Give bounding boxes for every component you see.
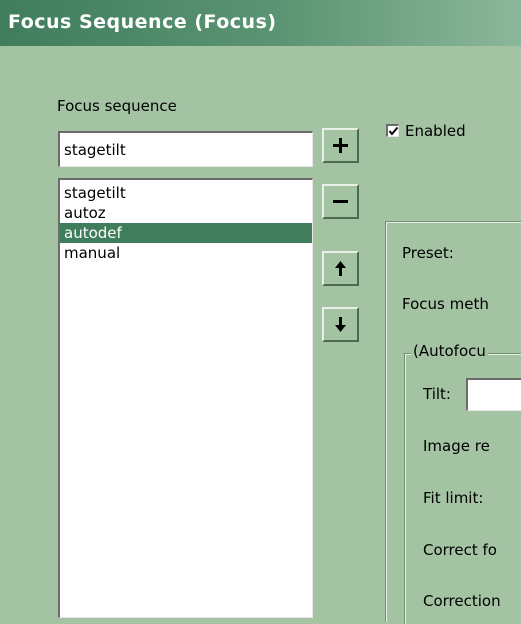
list-item-selected[interactable]: autodef bbox=[60, 223, 312, 243]
arrow-down-icon bbox=[335, 317, 346, 332]
correct-label: Correct fo bbox=[423, 541, 497, 559]
plus-icon bbox=[333, 138, 348, 153]
checkmark-icon bbox=[388, 126, 399, 136]
window-title: Focus Sequence (Focus) bbox=[8, 11, 277, 33]
correction-label: Correction bbox=[423, 592, 501, 610]
focus-method-label: Focus meth bbox=[402, 295, 489, 313]
minus-icon bbox=[333, 200, 348, 203]
image-reg-label: Image re bbox=[423, 437, 490, 455]
list-item[interactable]: autoz bbox=[60, 203, 312, 223]
autofocus-group-title: (Autofocu bbox=[411, 342, 488, 360]
tilt-input[interactable] bbox=[466, 378, 521, 411]
arrow-up-icon bbox=[335, 261, 346, 276]
remove-button[interactable] bbox=[322, 184, 359, 219]
sequence-list[interactable]: stagetilt autoz autodef manual bbox=[58, 178, 313, 618]
tilt-label: Tilt: bbox=[423, 385, 451, 403]
list-item[interactable]: stagetilt bbox=[60, 183, 312, 203]
move-down-button[interactable] bbox=[322, 307, 359, 342]
preset-label: Preset: bbox=[402, 244, 454, 262]
title-bar: Focus Sequence (Focus) bbox=[0, 0, 521, 46]
add-button[interactable] bbox=[322, 128, 359, 163]
sequence-name-input[interactable]: stagetilt bbox=[58, 131, 313, 167]
focus-sequence-label: Focus sequence bbox=[57, 97, 177, 115]
fit-limit-label: Fit limit: bbox=[423, 489, 484, 507]
enabled-label: Enabled bbox=[405, 122, 466, 140]
enabled-checkbox[interactable] bbox=[386, 124, 399, 137]
move-up-button[interactable] bbox=[322, 251, 359, 286]
list-item[interactable]: manual bbox=[60, 243, 312, 263]
